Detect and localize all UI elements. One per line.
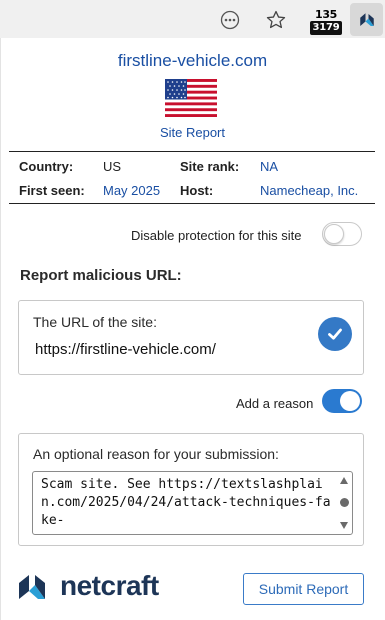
add-reason-toggle[interactable] (322, 389, 362, 413)
divider-bottom (9, 203, 375, 204)
scroll-down-icon[interactable] (340, 522, 348, 529)
site-rank-value[interactable]: NA (260, 159, 278, 174)
netcraft-wordmark: netcraft (60, 570, 159, 601)
us-flag-icon (165, 79, 217, 117)
browser-toolbar: 135 3179 (0, 0, 385, 38)
netcraft-logo-icon (19, 575, 45, 599)
report-section-title: Report malicious URL: (20, 267, 182, 284)
reason-text: Scam site. See https://textslashplain.co… (41, 477, 331, 528)
host-value[interactable]: Namecheap, Inc. (260, 183, 358, 198)
reason-textarea[interactable]: Scam site. See https://textslashplain.co… (32, 471, 353, 535)
checkmark-icon (318, 317, 352, 351)
url-card: The URL of the site: https://firstline-v… (18, 300, 364, 375)
netcraft-logo: netcraft (18, 569, 159, 603)
disable-protection-label: Disable protection for this site (131, 228, 302, 243)
reason-card-label: An optional reason for your submission: (33, 446, 279, 462)
netcraft-logo-icon (359, 12, 374, 26)
first-seen-label: First seen: (19, 183, 85, 198)
toggle-knob (324, 224, 344, 244)
site-domain: firstline-vehicle.com (117, 51, 268, 70)
extension-badge[interactable]: 135 3179 (309, 8, 343, 36)
url-card-label: The URL of the site: (33, 314, 157, 330)
netcraft-extension-button[interactable] (350, 3, 383, 36)
add-reason-label: Add a reason (236, 396, 314, 411)
reason-card: An optional reason for your submission: … (18, 433, 364, 546)
divider-top (9, 151, 375, 152)
badge-count-top: 135 (314, 8, 338, 21)
site-report-link[interactable]: Site Report (0, 125, 385, 140)
scroll-up-icon[interactable] (340, 477, 348, 484)
submit-report-button[interactable]: Submit Report (243, 573, 364, 605)
first-seen-value[interactable]: May 2025 (103, 183, 160, 198)
disable-protection-toggle[interactable] (322, 222, 362, 246)
reported-url-value: https://firstline-vehicle.com/ (35, 341, 216, 358)
site-rank-label: Site rank: (180, 159, 240, 174)
country-label: Country: (19, 159, 74, 174)
ellipsis-circle-icon[interactable] (216, 6, 244, 34)
scroll-thumb[interactable] (340, 498, 349, 507)
badge-count-bottom: 3179 (310, 21, 342, 35)
toggle-knob (340, 391, 360, 411)
country-value: US (103, 159, 122, 174)
host-label: Host: (180, 183, 214, 198)
star-icon[interactable] (262, 6, 290, 34)
textarea-scrollbar[interactable] (336, 472, 352, 534)
